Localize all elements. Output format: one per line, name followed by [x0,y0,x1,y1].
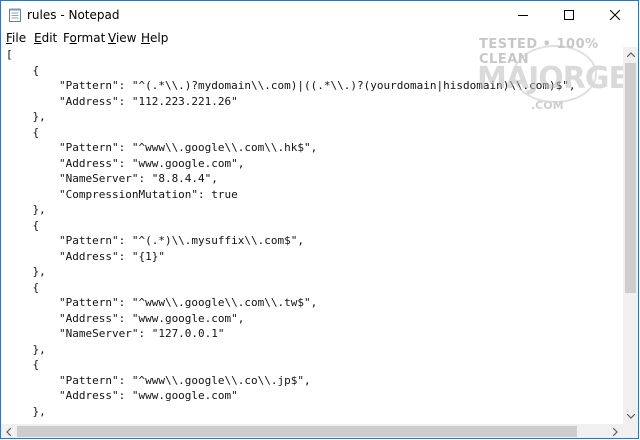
vertical-scroll-thumb[interactable] [625,63,636,293]
menu-format[interactable]: Format [63,29,105,47]
majorgeeks-watermark: TESTED • 100% CLEAN MAJORGEEKS .COM [467,37,638,121]
window-title: rules - Notepad [27,8,120,22]
menu-help-rest: elp [150,31,169,45]
maximize-icon [564,10,574,20]
menu-help-accel: H [141,31,151,45]
minimize-button[interactable] [500,1,546,29]
maximize-button[interactable] [546,1,592,29]
watermark-line2: MAJORGEEKS [477,61,638,96]
menu-edit-rest: dit [41,31,58,45]
chevron-right-icon [613,427,618,436]
menu-view-rest: iew [115,31,137,45]
vertical-scrollbar[interactable] [623,47,638,424]
close-button[interactable] [592,1,638,29]
menu-help[interactable]: Help [141,29,168,47]
menu-edit[interactable]: Edit [34,29,57,47]
notepad-window: rules - Notepad File Edit Format View He… [0,0,639,439]
scroll-up-button[interactable] [623,47,638,62]
watermark-line3: .COM [531,99,564,112]
menu-format-rest: rmat [76,31,106,45]
horizontal-scroll-thumb[interactable] [17,426,577,437]
menu-file[interactable]: File [6,29,26,47]
minimize-icon [518,15,528,16]
close-icon [610,10,620,20]
scrollbar-corner [623,424,638,438]
menu-format-accel: o [69,31,77,45]
menu-view-accel: V [108,31,116,45]
scroll-left-button[interactable] [1,424,16,438]
scroll-down-button[interactable] [623,409,638,424]
menu-file-rest: ile [12,31,27,45]
title-bar[interactable]: rules - Notepad [1,1,638,29]
horizontal-scrollbar[interactable] [1,424,623,438]
chevron-down-icon [626,414,635,419]
menu-view[interactable]: View [108,29,136,47]
chevron-left-icon [6,427,11,436]
menu-edit-accel: E [34,31,42,45]
scroll-right-button[interactable] [608,424,623,438]
notepad-icon [9,8,21,22]
chevron-up-icon [626,52,635,57]
